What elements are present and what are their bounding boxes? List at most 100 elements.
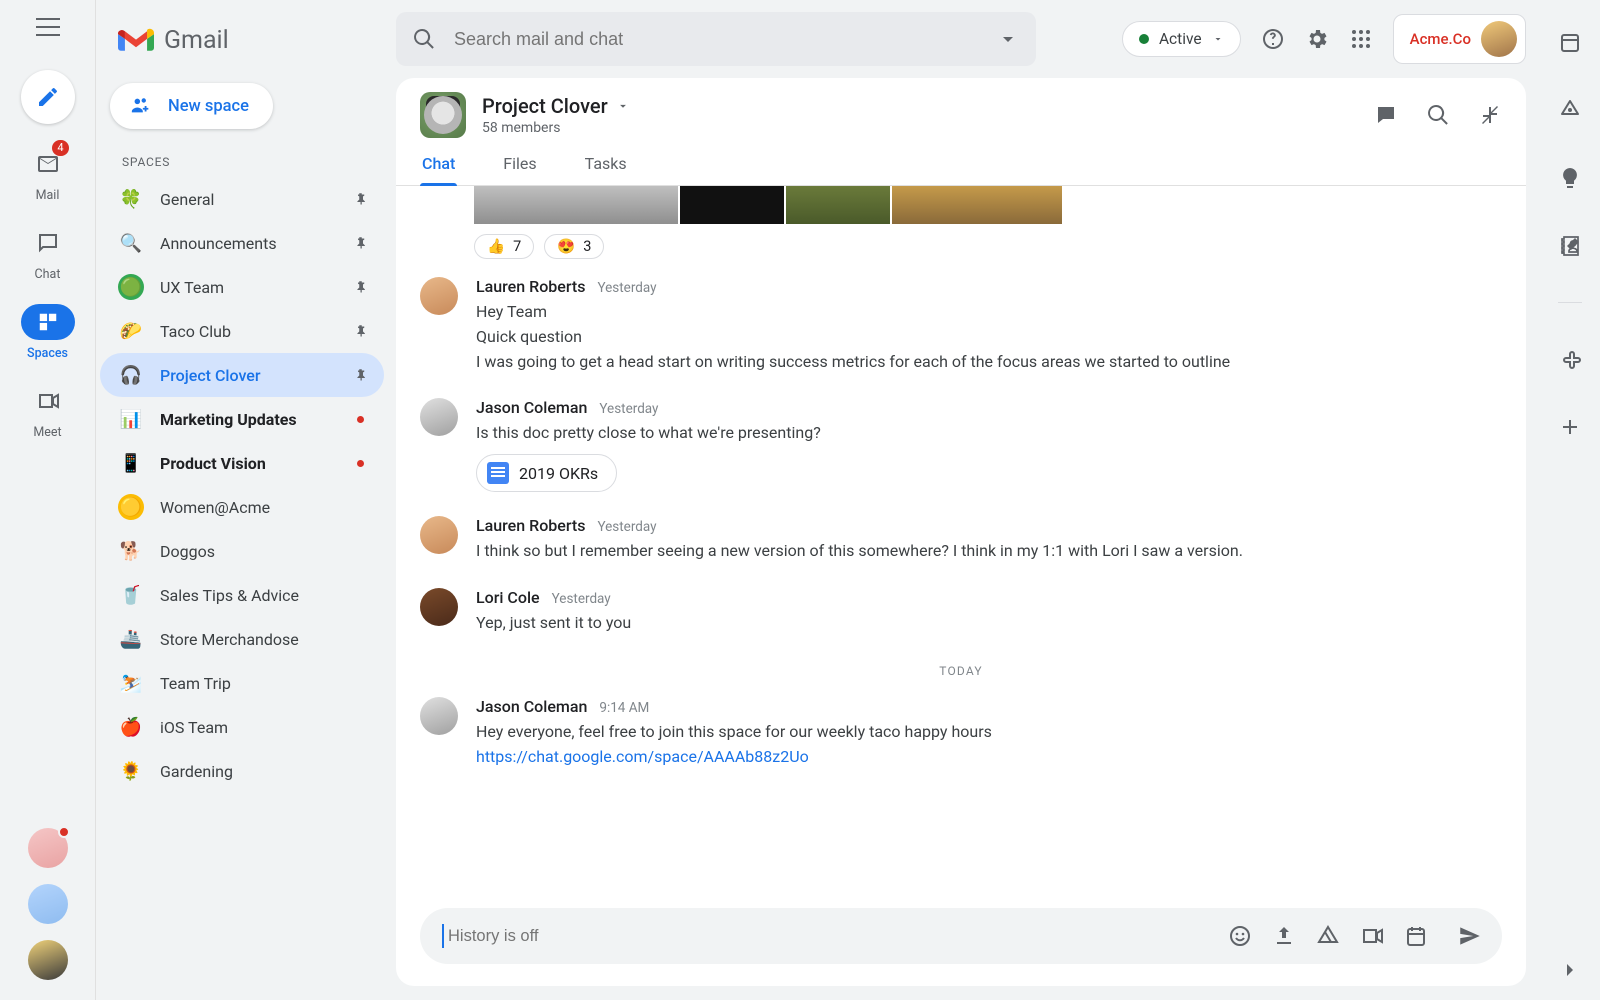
rail-meet-label: Meet: [33, 425, 61, 440]
thread-icon[interactable]: [1374, 103, 1398, 127]
space-name: General: [160, 190, 334, 209]
composer-input[interactable]: [442, 924, 1216, 948]
help-icon[interactable]: [1261, 27, 1285, 51]
sidebar-item-ios-team[interactable]: 🍎iOS Team: [100, 705, 384, 749]
sidebar-item-announcements[interactable]: 🔍Announcements: [100, 221, 384, 265]
message-avatar[interactable]: [420, 697, 458, 735]
message: Jason Coleman9:14 AMHey everyone, feel f…: [420, 697, 1502, 770]
space-name: Announcements: [160, 234, 334, 253]
message-composer[interactable]: [420, 908, 1502, 964]
tab-tasks[interactable]: Tasks: [583, 146, 629, 185]
message-list[interactable]: 👍7😍3 Lauren RobertsYesterdayHey TeamQuic…: [396, 186, 1526, 908]
message-text: Yep, just sent it to you: [476, 611, 1502, 636]
send-button[interactable]: [1448, 914, 1492, 958]
message-link[interactable]: https://chat.google.com/space/AAAAb88z2U…: [476, 745, 1502, 770]
chat-bubbles: [28, 828, 68, 980]
chat-head-3[interactable]: [28, 940, 68, 980]
message-time: Yesterday: [597, 280, 656, 296]
sidebar-item-store-merchandose[interactable]: 🚢 Store Merchandose: [100, 617, 384, 661]
tab-files[interactable]: Files: [501, 146, 538, 185]
calendar-panel-icon[interactable]: [1558, 30, 1582, 54]
message-avatar[interactable]: [420, 588, 458, 626]
message-text: Hey everyone, feel free to join this spa…: [476, 720, 1502, 745]
sidebar-item-taco-club[interactable]: 🌮Taco Club: [100, 309, 384, 353]
rail-mail-label: Mail: [36, 188, 60, 203]
sidebar-item-gardening[interactable]: 🌻 Gardening: [100, 749, 384, 793]
doc-name: 2019 OKRs: [519, 464, 598, 483]
search-options-icon[interactable]: [996, 27, 1020, 51]
brand-name: Gmail: [164, 26, 229, 55]
message-text: Hey Team: [476, 300, 1502, 325]
new-space-button[interactable]: New space: [110, 83, 273, 129]
add-panel-icon[interactable]: [1558, 415, 1582, 439]
space-emoji-icon: 🟡: [118, 494, 144, 520]
doc-attachment-chip[interactable]: 2019 OKRs: [476, 454, 617, 492]
pin-icon: [350, 324, 370, 339]
chevron-down-icon[interactable]: [616, 99, 630, 113]
chat-head-2[interactable]: [28, 884, 68, 924]
reaction-bar: 👍7 😍3: [474, 234, 1502, 259]
drive-icon[interactable]: [1316, 924, 1340, 948]
rail-mail[interactable]: 4 Mail: [21, 146, 75, 203]
addons-icon[interactable]: [1558, 347, 1582, 371]
collapse-icon[interactable]: [1478, 103, 1502, 127]
reaction-pill[interactable]: 👍7: [474, 234, 534, 259]
space-emoji-icon: 🌻: [118, 758, 144, 784]
chat-head-1[interactable]: [28, 828, 68, 868]
rail-chat-label: Chat: [35, 267, 61, 282]
space-name: Gardening: [160, 762, 334, 781]
sidebar-item-marketing-updates[interactable]: 📊Marketing Updates: [100, 397, 384, 441]
emoji-icon[interactable]: [1228, 924, 1252, 948]
rail-chat[interactable]: Chat: [21, 225, 75, 282]
message-time: Yesterday: [599, 401, 658, 417]
space-avatar[interactable]: [420, 92, 466, 138]
message-avatar[interactable]: [420, 516, 458, 554]
rail-meet[interactable]: Meet: [21, 383, 75, 440]
brand[interactable]: Gmail: [100, 12, 384, 61]
reaction-pill[interactable]: 😍3: [544, 234, 604, 259]
apps-grid-icon[interactable]: [1349, 27, 1373, 51]
collapse-panel-icon[interactable]: [1558, 958, 1582, 982]
gear-icon[interactable]: [1305, 27, 1329, 51]
message-avatar[interactable]: [420, 398, 458, 436]
pin-icon: [350, 368, 370, 383]
status-chip[interactable]: Active: [1122, 21, 1241, 57]
message-text: I think so but I remember seeing a new v…: [476, 539, 1502, 564]
contacts-panel-icon[interactable]: [1558, 234, 1582, 258]
sidebar-item-ux-team[interactable]: 🟢UX Team: [100, 265, 384, 309]
space-name: Store Merchandose: [160, 630, 334, 649]
search-in-space-icon[interactable]: [1426, 103, 1450, 127]
presence-dot-icon: [1139, 34, 1149, 44]
image-attachment-strip[interactable]: [474, 186, 1502, 224]
mail-badge: 4: [52, 140, 68, 156]
upload-icon[interactable]: [1272, 924, 1296, 948]
pin-icon: [350, 236, 370, 251]
tasks-panel-icon[interactable]: [1558, 166, 1582, 190]
sidebar-item-team-trip[interactable]: ⛷️Team Trip: [100, 661, 384, 705]
space-emoji-icon: 🟢: [118, 274, 144, 300]
date-divider: TODAY: [420, 660, 1502, 679]
calendar-icon[interactable]: [1404, 924, 1428, 948]
compose-button[interactable]: [21, 70, 75, 124]
sidebar-item-doggos[interactable]: 🐕Doggos: [100, 529, 384, 573]
member-count[interactable]: 58 members: [482, 120, 630, 136]
sidebar-item-women-acme[interactable]: 🟡Women@Acme: [100, 485, 384, 529]
sidebar-item-project-clover[interactable]: 🎧Project Clover: [100, 353, 384, 397]
main-column: Active Acme.Co Project Clover 58 member: [396, 0, 1540, 1000]
sidebar-item-product-vision[interactable]: 📱Product Vision: [100, 441, 384, 485]
message-time: Yesterday: [552, 591, 611, 607]
video-icon[interactable]: [1360, 924, 1384, 948]
space-emoji-icon: 🚢: [118, 626, 144, 652]
search-input[interactable]: [454, 29, 978, 50]
space-emoji-icon: ⛷️: [118, 670, 144, 696]
rail-spaces[interactable]: Spaces: [21, 304, 75, 361]
message-author: Jason Coleman: [476, 697, 587, 716]
org-account-chip[interactable]: Acme.Co: [1393, 14, 1526, 64]
message-avatar[interactable]: [420, 277, 458, 315]
sidebar-item-general[interactable]: 🍀General: [100, 177, 384, 221]
search-box[interactable]: [396, 12, 1036, 66]
menu-icon[interactable]: [36, 18, 60, 36]
tab-chat[interactable]: Chat: [420, 146, 457, 185]
sidebar-item-sales-tips-advice[interactable]: 🥤Sales Tips & Advice: [100, 573, 384, 617]
keep-panel-icon[interactable]: [1558, 98, 1582, 122]
